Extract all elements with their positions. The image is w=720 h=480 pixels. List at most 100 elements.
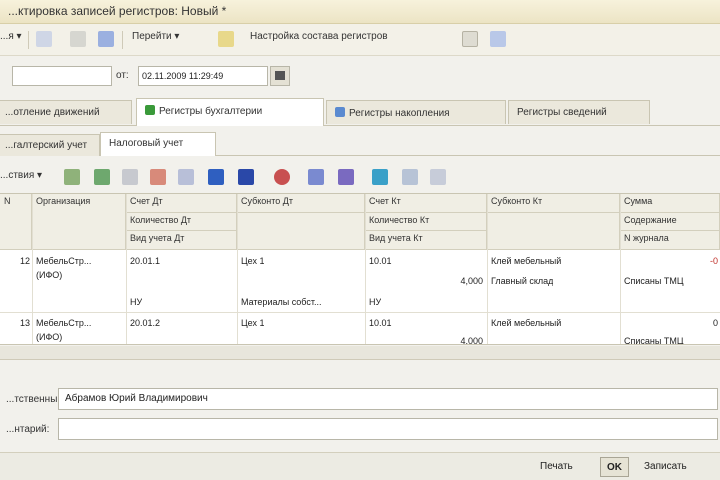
add-icon[interactable] [64,169,80,185]
column-header-organization[interactable]: Организация [32,194,126,250]
column-header-kt-qty[interactable]: Количество Кт [365,213,487,231]
window-title: ...ктировка записей регистров: Новый * [8,4,227,18]
goto-menu[interactable]: Перейти ▾ [132,31,179,49]
grid-toolbar: ...ствия ▾ [0,162,720,192]
copy-icon[interactable] [36,31,52,47]
grid-line [365,194,366,344]
column-header-kt-subconto[interactable]: Субконто Кт [487,194,620,213]
cell-organization: МебельСтр... [36,256,92,266]
grid-line [237,194,238,344]
cell-n: 12 [19,256,30,266]
help-icon[interactable] [218,31,234,47]
column-header-dt-subconto[interactable]: Субконто Дт [237,194,365,213]
cell-kt-subconto: Клей мебельный [491,318,562,328]
grid-line [487,194,488,344]
cell-kt-type: НУ [369,297,382,307]
calendar-icon [275,71,285,80]
tab-accumulation-registers[interactable]: Регистры накопления [326,100,506,124]
end-edit-icon[interactable] [178,169,194,185]
sort-asc-icon[interactable] [308,169,324,185]
cell-dt-subconto: Материалы собст... [241,297,322,307]
move-up-icon[interactable] [208,169,224,185]
tab-info-registers[interactable]: Регистры сведений [508,100,650,124]
edit-icon[interactable] [122,169,138,185]
calendar-button[interactable] [270,66,290,86]
cell-sum: -0 [709,256,718,266]
column-header-kt-subconto-extra [487,213,620,250]
transfer-icon[interactable] [372,169,388,185]
list-icon[interactable] [462,31,478,47]
register-icon [335,107,345,117]
date-field[interactable]: 02.11.2009 11:29:49 [138,66,268,86]
print-button[interactable]: Печать [534,457,579,477]
responsible-label: ...тственный: [6,394,66,405]
grid-settings-icon[interactable] [430,169,446,185]
grid-line [620,194,621,344]
register-icon [145,105,155,115]
save-button[interactable]: Записать [638,457,693,477]
cell-kt-qty: 4,000 [460,276,483,286]
horizontal-scrollbar[interactable] [0,346,720,360]
comment-field[interactable] [58,418,718,440]
delete-icon[interactable] [150,169,166,185]
responsible-field[interactable]: Абрамов Юрий Владимирович [58,388,718,410]
document-icon[interactable] [70,31,86,47]
document-header: от: 02.11.2009 11:29:49 [0,56,720,96]
tab-accounting[interactable]: ...галтерский учет [0,134,100,156]
grid-line [32,194,33,344]
target-icon[interactable] [274,169,290,185]
bottom-bar: Печать OK Записать [0,452,720,480]
tab-tax-accounting[interactable]: Налоговый учет [100,132,216,156]
column-header-n[interactable]: N [0,194,32,250]
ok-button[interactable]: OK [600,457,629,477]
column-header-dt-qty[interactable]: Количество Дт [126,213,237,231]
toolbar-separator [122,31,123,49]
register-settings-button[interactable]: Настройка состава регистров [250,31,388,49]
register-tabs: ...отление движений Регистры бухгалтерии… [0,98,720,126]
cell-organization: МебельСтр... [36,318,92,328]
tab-accounting-registers[interactable]: Регистры бухгалтерии [136,98,324,126]
sort-desc-icon[interactable] [338,169,354,185]
cell-kt-subconto: Клей мебельный [491,256,562,266]
cell-content: Списаны ТМЦ [624,276,684,286]
cell-dt-subconto: Цех 1 [241,318,265,328]
cell-sum: 0 [712,318,718,328]
cell-organization-sub: (ИФО) [36,332,63,342]
grid-actions-menu[interactable]: ...ствия ▾ [0,170,42,188]
entries-table[interactable]: N Организация Счет Дт Количество Дт Вид … [0,193,720,345]
column-header-dt-type[interactable]: Вид учета Дт [126,231,237,250]
cell-kt-subconto: Главный склад [491,276,554,286]
tab-movements[interactable]: ...отление движений [0,100,132,124]
toolbar-separator [28,31,29,49]
cell-kt-account: 10.01 [369,256,392,266]
column-header-content[interactable]: Содержание [620,213,720,231]
grid-line [126,194,127,344]
cell-kt-qty: 4,000 [460,336,483,345]
cell-organization-sub: (ИФО) [36,270,63,280]
cell-dt-account: 20.01.2 [130,318,161,328]
column-header-journal[interactable]: N журнала [620,231,720,250]
column-header-kt-type[interactable]: Вид учета Кт [365,231,487,250]
select-icon[interactable] [402,169,418,185]
column-header-dt-subconto-extra [237,213,365,250]
column-header-dt-account[interactable]: Счет Дт [126,194,237,213]
cell-n: 13 [19,318,30,328]
column-header-kt-account[interactable]: Счет Кт [365,194,487,213]
number-field[interactable] [12,66,112,86]
grid-line [0,312,720,313]
cell-content: Списаны ТМЦ [624,336,684,345]
cell-dt-subconto: Цех 1 [241,256,265,266]
structure-icon[interactable] [98,31,114,47]
date-label: от: [116,70,129,81]
cell-dt-type: НУ [130,297,143,307]
refresh-icon[interactable] [490,31,506,47]
actions-menu[interactable]: ...я ▾ [0,31,22,49]
cell-dt-account: 20.01.1 [130,256,161,266]
copy-row-icon[interactable] [94,169,110,185]
cell-kt-account: 10.01 [369,318,392,328]
column-header-sum[interactable]: Сумма [620,194,720,213]
accounting-subtabs: ...галтерский учет Налоговый учет [0,132,720,156]
title-bar: ...ктировка записей регистров: Новый * [0,0,720,24]
move-down-icon[interactable] [238,169,254,185]
comment-label: ...нтарий: [6,424,50,435]
